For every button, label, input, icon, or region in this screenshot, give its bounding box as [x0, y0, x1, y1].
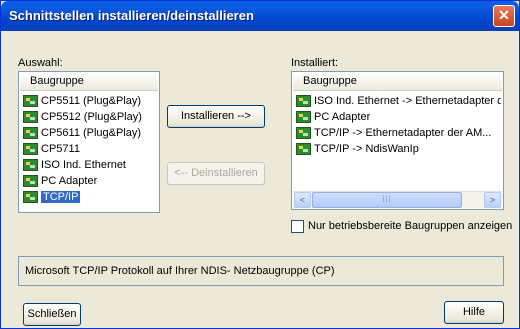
- ready-only-checkbox[interactable]: [291, 220, 304, 233]
- description-text: Microsoft TCP/IP Protokoll auf Ihrer NDI…: [25, 265, 335, 277]
- ready-only-label[interactable]: Nur betriebsbereite Baugruppen anzeigen: [308, 220, 512, 232]
- close-button[interactable]: Schließen: [23, 303, 81, 326]
- install-button[interactable]: Installieren -->: [167, 105, 265, 128]
- module-icon: [23, 111, 38, 123]
- scroll-right-icon[interactable]: >: [484, 192, 501, 208]
- scroll-left-icon[interactable]: <: [294, 192, 311, 208]
- right-list-item[interactable]: PC Adapter: [294, 110, 501, 125]
- module-icon: [296, 143, 311, 155]
- dialog-window: Schnittstellen installieren/deinstallier…: [0, 0, 520, 329]
- selection-label: Auswahl:: [18, 57, 63, 69]
- left-item-label: CP5511 (Plug&Play): [41, 95, 142, 107]
- left-list-item[interactable]: TCP/IP: [21, 190, 157, 205]
- left-list-item[interactable]: CP5711: [21, 142, 157, 157]
- installed-modules-list[interactable]: Baugruppe ISO Ind. Ethernet -> Etherneta…: [291, 71, 504, 210]
- left-list-item[interactable]: CP5511 (Plug&Play): [21, 94, 157, 109]
- left-list-item[interactable]: ISO Ind. Ethernet: [21, 158, 157, 173]
- module-icon: [296, 95, 311, 107]
- left-item-label: CP5512 (Plug&Play): [41, 111, 142, 123]
- right-item-label: PC Adapter: [314, 111, 371, 123]
- close-window-button[interactable]: ✕: [493, 5, 515, 27]
- module-icon: [296, 127, 311, 139]
- description-box: Microsoft TCP/IP Protokoll auf Ihrer NDI…: [18, 256, 504, 286]
- left-item-label: TCP/IP: [41, 191, 81, 203]
- right-item-label: TCP/IP -> Ethernetadapter der AM...: [314, 127, 492, 139]
- window-title: Schnittstellen installieren/deinstallier…: [9, 8, 254, 23]
- left-item-label: PC Adapter: [41, 175, 98, 187]
- title-bar: Schnittstellen installieren/deinstallier…: [1, 1, 519, 31]
- installed-label: Installiert:: [291, 57, 339, 69]
- horizontal-scrollbar[interactable]: < ||| >: [293, 191, 502, 208]
- left-item-label: CP5711: [41, 143, 80, 155]
- uninstall-button[interactable]: <-- Deinstallieren: [167, 162, 265, 185]
- left-list-item[interactable]: CP5512 (Plug&Play): [21, 110, 157, 125]
- module-icon: [23, 127, 38, 139]
- right-item-label: TCP/IP -> NdisWanIp: [314, 143, 419, 155]
- help-button[interactable]: Hilfe: [444, 301, 504, 324]
- right-item-label: ISO Ind. Ethernet -> Ethernetadapter der…: [314, 95, 501, 107]
- module-icon: [23, 95, 38, 107]
- right-list-item[interactable]: ISO Ind. Ethernet -> Ethernetadapter der…: [294, 94, 501, 109]
- left-item-label: ISO Ind. Ethernet: [41, 159, 126, 171]
- module-icon: [23, 143, 38, 155]
- installed-column-header[interactable]: Baugruppe: [293, 73, 502, 91]
- available-modules-list[interactable]: Baugruppe CP5511 (Plug&Play) CP5512 (Plug…: [18, 71, 160, 213]
- available-column-header[interactable]: Baugruppe: [20, 73, 158, 91]
- right-list-item[interactable]: TCP/IP -> NdisWanIp: [294, 142, 501, 157]
- module-icon: [23, 159, 38, 171]
- left-list-item[interactable]: PC Adapter: [21, 174, 157, 189]
- scroll-thumb[interactable]: |||: [312, 192, 462, 208]
- module-icon: [23, 191, 38, 203]
- module-icon: [296, 111, 311, 123]
- right-list-item[interactable]: TCP/IP -> Ethernetadapter der AM...: [294, 126, 501, 141]
- module-icon: [23, 175, 38, 187]
- left-item-label: CP5611 (Plug&Play): [41, 127, 142, 139]
- left-list-item[interactable]: CP5611 (Plug&Play): [21, 126, 157, 141]
